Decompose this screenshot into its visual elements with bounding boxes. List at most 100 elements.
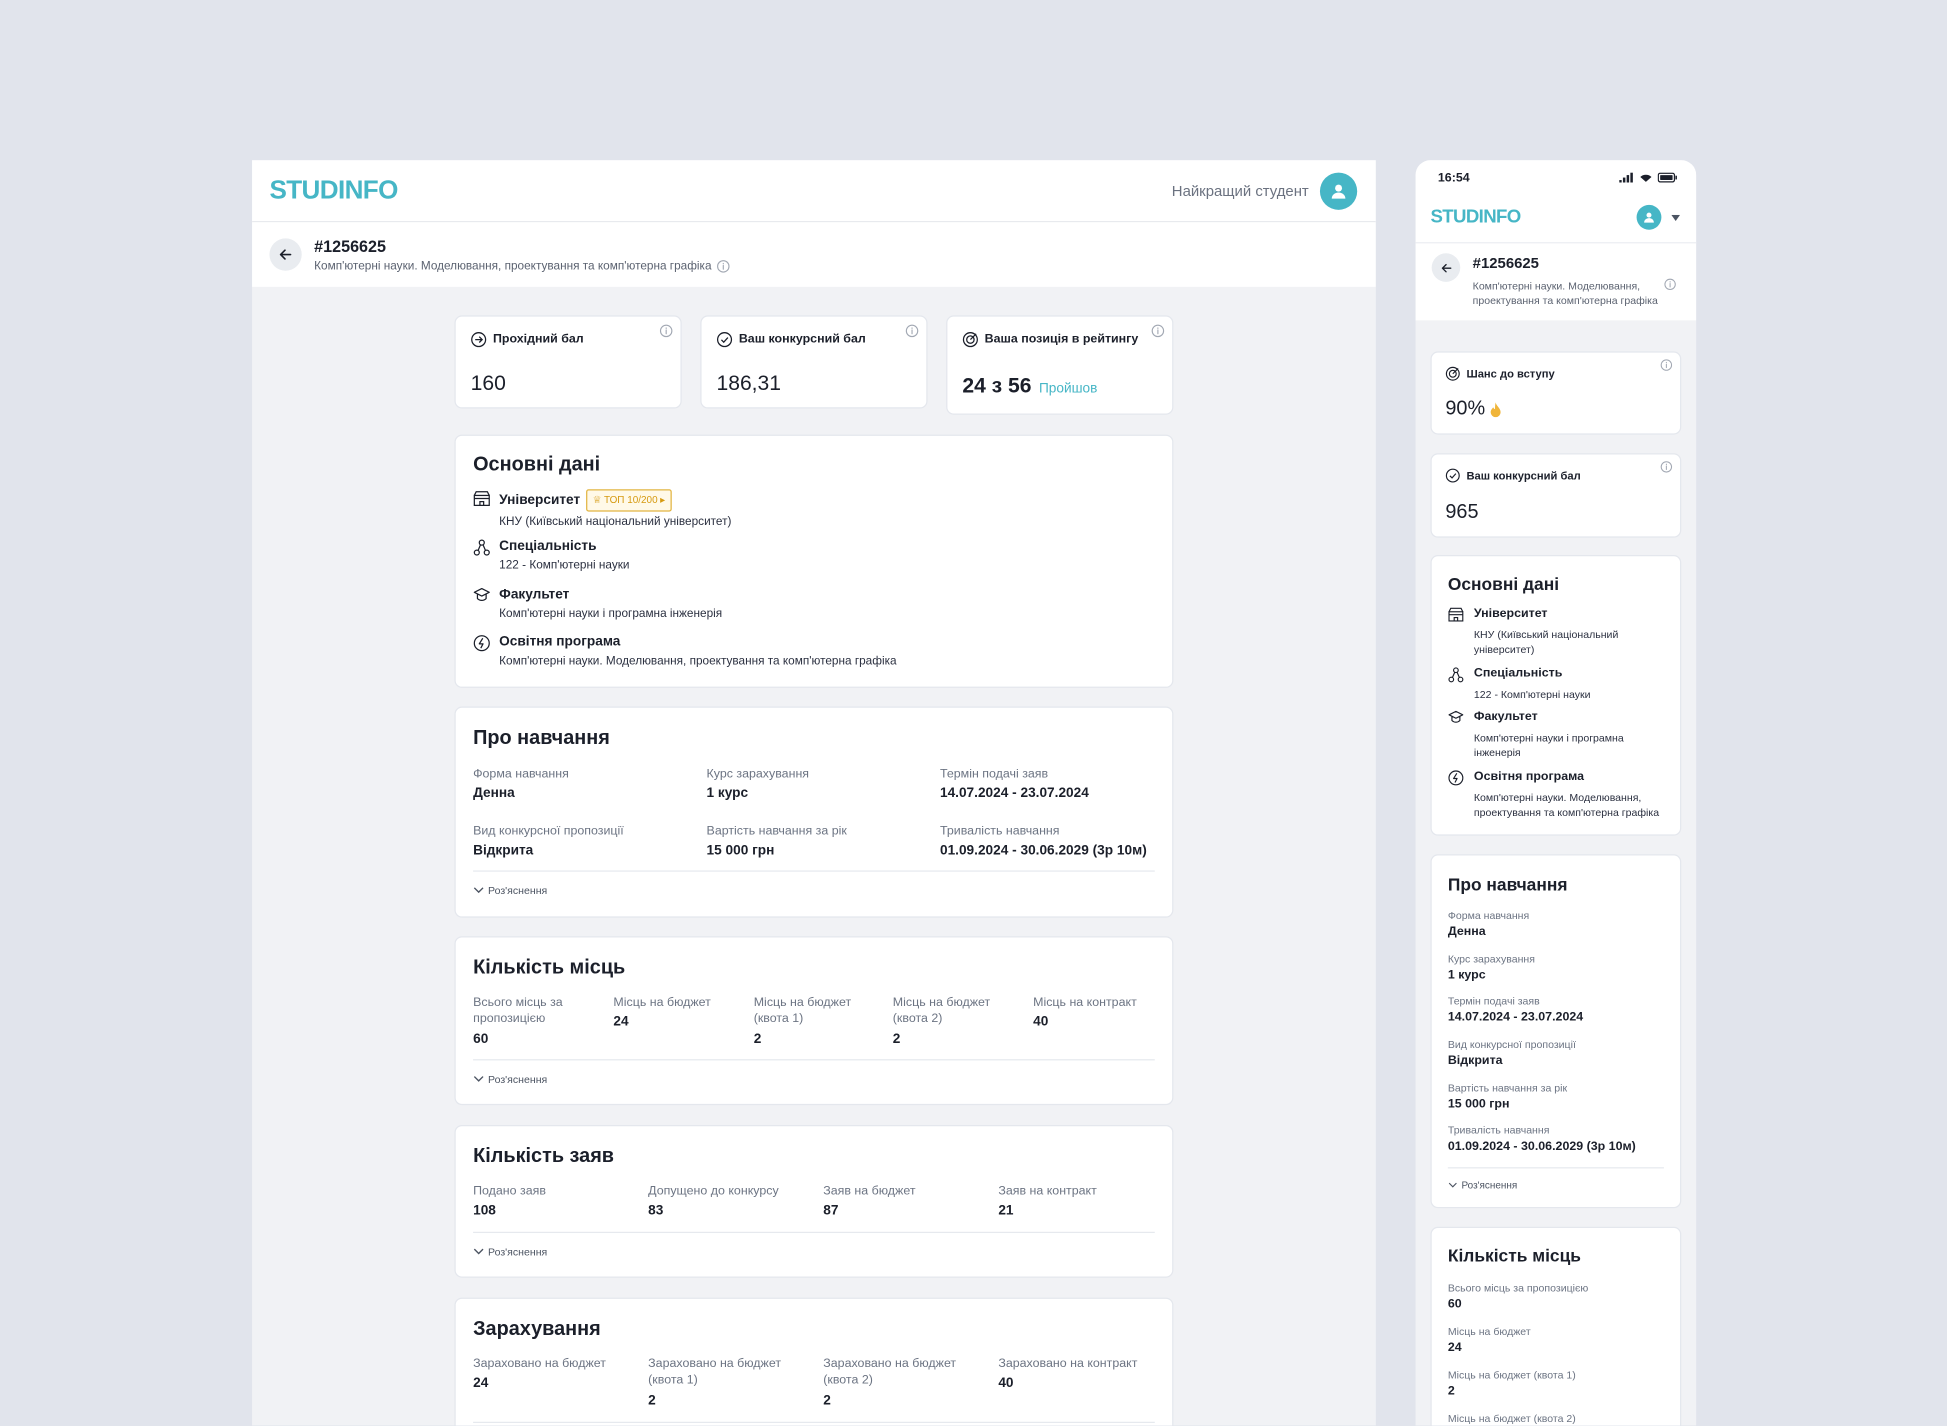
target-icon [1445, 366, 1460, 381]
explanation-toggle[interactable]: Роз'яснення [1448, 1180, 1517, 1191]
field-label: Курс зарахування [706, 767, 810, 782]
stat-value: 965 [1445, 501, 1479, 523]
explanation-label: Роз'яснення [487, 884, 548, 897]
field-value: 1 курс [706, 786, 749, 801]
check-circle-icon [1445, 468, 1460, 483]
fire-icon [1490, 402, 1501, 418]
item-label: Факультет [1473, 710, 1538, 724]
program-icon [1448, 770, 1464, 786]
stat-label: Ваш конкурсний бал [738, 332, 866, 347]
basic-data-card: Основні дані Університет ♕ ТОП 10/200 ▸ КН… [454, 434, 1174, 688]
field-value: 2 [753, 1031, 762, 1047]
explanation-toggle[interactable]: Роз'яснення [473, 1073, 547, 1085]
section-title: Про навчання [1447, 874, 1568, 895]
field-value: 14.07.2024 - 23.07.2024 [939, 786, 1089, 801]
section-title: Про навчання [473, 727, 610, 749]
specialty-icon [473, 539, 490, 556]
user-name[interactable]: Найкращий студент [1172, 183, 1309, 200]
breadcrumb-bar: #1256625 Комп'ютерні науки. Моделювання,… [252, 222, 1376, 287]
section-title: Кількість місць [473, 957, 626, 979]
badge-text: ТОП 10/200 [603, 494, 658, 506]
field-label: Зараховано на бюджет [473, 1357, 606, 1371]
chance-card: Шанс до вступу 90% [1430, 351, 1682, 435]
explanation-toggle[interactable]: Роз'яснення [473, 884, 548, 897]
stat-label: Ваша позиція в рейтингу [984, 332, 1139, 347]
chevron-down-icon [473, 887, 484, 894]
stat-label: Шанс до вступу [1466, 367, 1555, 380]
stat-card-rating-position: Ваша позиція в рейтингу 24 з 56 Пройшов [946, 315, 1174, 415]
field-value: 24 [1447, 1341, 1462, 1355]
caret-down-icon [1671, 214, 1681, 222]
field-label: Вартість навчання за рік [1447, 1081, 1568, 1094]
stat-card-passing-score: Прохідний бал 160 [454, 315, 682, 409]
field-value: 2 [823, 1393, 831, 1409]
stat-value: 186,31 [716, 371, 782, 395]
item-value: 122 - Комп'ютерні науки [499, 558, 630, 573]
item-value: 122 - Комп'ютерні науки [1473, 687, 1591, 701]
item-label: Спеціальність [499, 538, 597, 554]
field-label: Подано заяв [473, 1184, 546, 1199]
mobile-logo[interactable]: STUDINFO [1430, 206, 1521, 227]
logo[interactable]: STUDINFO [269, 176, 398, 206]
offer-subtitle-text: Комп'ютерні науки. Моделювання, проектув… [314, 259, 712, 274]
mobile-back-button[interactable] [1431, 253, 1461, 282]
arrow-left-icon [1441, 263, 1451, 272]
field-value: 2 [648, 1393, 656, 1409]
field-label: Місць на бюджет (квота 2) [1447, 1411, 1576, 1425]
field-value: Денна [473, 786, 515, 801]
field-value: 21 [998, 1203, 1014, 1219]
arrow-circle-icon [471, 332, 487, 348]
stat-value: 24 з 56 [962, 373, 1032, 398]
status-icons [1619, 172, 1677, 183]
explanation-label: Роз'яснення [487, 1072, 548, 1086]
info-icon [659, 324, 673, 338]
mobile-avatar-icon[interactable] [1636, 204, 1662, 230]
field-label: Місць на бюджет (квота 1) [753, 995, 852, 1026]
back-button[interactable] [269, 238, 302, 271]
chevron-down-icon [1448, 1182, 1457, 1188]
item-label: Освітня програма [499, 634, 621, 650]
specialty-icon [1448, 667, 1464, 683]
university-icon [1448, 607, 1464, 622]
explanation-label: Роз'яснення [1461, 1179, 1518, 1191]
item-value: Комп'ютерні науки і програмна інженерія [499, 607, 723, 621]
stat-card-competitive-score: Ваш конкурсний бал 186,31 [700, 315, 928, 409]
divider [473, 1421, 1155, 1423]
explanation-toggle[interactable]: Роз'яснення [473, 1245, 547, 1258]
info-icon [1664, 278, 1676, 291]
field-value: 24 [613, 1014, 629, 1030]
field-label: Всього місць за пропозицією [473, 995, 563, 1026]
field-value: Відкрита [1447, 1054, 1503, 1068]
field-value: 01.09.2024 - 30.06.2029 (3р 10м) [1447, 1139, 1636, 1154]
mobile-study-card: Про навчання Форма навчання Денна Курс з… [1430, 854, 1682, 1209]
info-icon [717, 260, 730, 273]
field-value: 14.07.2024 - 23.07.2024 [1447, 1010, 1584, 1025]
divider [473, 870, 1155, 872]
field-value: 60 [473, 1031, 489, 1047]
section-title: Основні дані [473, 454, 601, 476]
section-title: Кількість місць [1447, 1245, 1581, 1266]
section-title: Основні дані [1447, 573, 1560, 594]
status-passed-link[interactable]: Пройшов [1039, 381, 1097, 396]
stat-value: 160 [470, 371, 506, 395]
info-icon [1151, 324, 1165, 338]
header-bar: STUDINFO Найкращий студент [252, 160, 1376, 223]
item-value: КНУ (Київський національний університет) [499, 515, 732, 529]
places-card: Кількість місць Всього місць за пропозиц… [454, 936, 1174, 1106]
mobile-places-card: Кількість місць Всього місць за пропозиц… [1430, 1226, 1682, 1426]
program-icon [473, 635, 490, 652]
mobile-window: 16:54 STUDINFO #1256625 Комп'ютерні наук… [1415, 160, 1697, 1426]
field-label: Місць на бюджет (квота 2) [892, 995, 991, 1026]
item-value: Комп'ютерні науки і програмна інженерія [1473, 731, 1624, 759]
user-avatar-icon[interactable] [1319, 172, 1358, 210]
item-value: Комп'ютерні науки. Моделювання, проектув… [1473, 790, 1660, 819]
status-time: 16:54 [1437, 171, 1470, 186]
item-label: Факультет [499, 587, 570, 603]
field-value: Денна [1447, 925, 1486, 939]
field-label: Термін подачі заяв [1447, 994, 1540, 1008]
applications-card: Кількість заяв Подано заяв 108 Допущено … [454, 1124, 1174, 1278]
field-label: Курс зарахування [1447, 952, 1535, 965]
top-rank-badge[interactable]: ♕ ТОП 10/200 ▸ [586, 489, 672, 512]
field-label: Місць на контракт [1033, 995, 1137, 1010]
signal-icon [1619, 172, 1633, 183]
